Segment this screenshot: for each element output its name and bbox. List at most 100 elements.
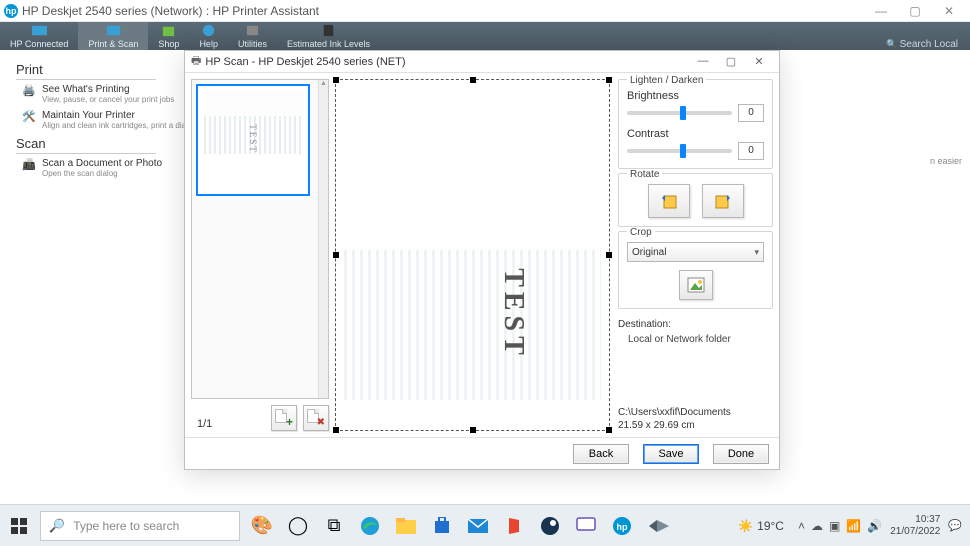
- sun-icon: ☀️: [738, 519, 753, 533]
- scan-preview[interactable]: TEST: [335, 79, 610, 431]
- wifi-icon[interactable]: 📶: [846, 519, 861, 533]
- thumbnail-panel: TEST ▲ 1/1: [191, 79, 329, 431]
- destination-block: Destination: Local or Network folder: [618, 319, 773, 345]
- chevron-up-icon[interactable]: ˄: [798, 519, 805, 533]
- hp-logo-icon: hp: [4, 4, 18, 18]
- crop-handle[interactable]: [606, 77, 612, 83]
- meet-now-icon[interactable]: ▣: [829, 519, 840, 533]
- app-icon[interactable]: [646, 514, 670, 538]
- mail-icon[interactable]: [466, 514, 490, 538]
- ribbon-ink-levels[interactable]: Estimated Ink Levels: [277, 22, 380, 50]
- done-button[interactable]: Done: [713, 444, 769, 464]
- shop-icon: [161, 23, 176, 38]
- notifications-icon[interactable]: 💬: [948, 519, 962, 532]
- steam-icon[interactable]: [538, 514, 562, 538]
- truncated-text: n easier: [930, 156, 962, 166]
- save-path: C:\Users\xxfif\Documents: [618, 407, 773, 418]
- system-tray[interactable]: ˄ ☁ ▣ 📶 🔊: [798, 519, 882, 533]
- delete-page-button[interactable]: [303, 405, 329, 431]
- rotate-right-button[interactable]: [702, 184, 744, 218]
- app-titlebar: hp HP Deskjet 2540 series (Network) : HP…: [0, 0, 970, 22]
- taskbar-app-colorful[interactable]: 🎨: [250, 514, 274, 538]
- edge-icon[interactable]: [358, 514, 382, 538]
- crop-handle[interactable]: [333, 427, 339, 433]
- print-section-header: Print: [16, 62, 156, 80]
- scroll-up-icon[interactable]: ▲: [319, 80, 328, 90]
- contrast-value[interactable]: 0: [738, 142, 764, 160]
- ribbon-label: Shop: [158, 39, 179, 49]
- scan-thumbnail-1[interactable]: TEST: [196, 84, 310, 196]
- search-placeholder: Type here to search: [73, 519, 179, 533]
- crop-handle[interactable]: [470, 427, 476, 433]
- scan-close-button[interactable]: ✕: [745, 55, 773, 68]
- ribbon-label: Print & Scan: [88, 39, 138, 49]
- ribbon-print-scan[interactable]: Print & Scan: [78, 22, 148, 50]
- task-view-icon[interactable]: ⧉: [322, 514, 346, 538]
- search-local-link[interactable]: Search Local: [886, 39, 958, 50]
- taskbar: Type here to search 🎨 ◯ ⧉ hp ☀️ 19°C ˄ ☁…: [0, 504, 970, 546]
- clock-date: 21/07/2022: [890, 526, 940, 538]
- wrench-icon: 🛠️: [22, 110, 38, 122]
- save-button[interactable]: Save: [643, 444, 699, 464]
- start-button[interactable]: [0, 505, 38, 546]
- picture-icon: [687, 277, 705, 293]
- brightness-slider[interactable]: [627, 111, 732, 115]
- minimize-button[interactable]: —: [864, 4, 898, 18]
- new-scan-button[interactable]: [679, 270, 713, 300]
- ribbon-shop[interactable]: Shop: [148, 22, 189, 50]
- svg-text:hp: hp: [617, 522, 628, 532]
- taskbar-clock[interactable]: 10:37 21/07/2022: [890, 514, 940, 538]
- crop-handle[interactable]: [333, 77, 339, 83]
- back-button[interactable]: Back: [573, 444, 629, 464]
- rotate-left-button[interactable]: [648, 184, 690, 218]
- hp-app-icon[interactable]: hp: [610, 514, 634, 538]
- contrast-slider[interactable]: [627, 149, 732, 153]
- crop-group: Crop Original: [618, 231, 773, 309]
- brightness-value[interactable]: 0: [738, 104, 764, 122]
- explorer-icon[interactable]: [394, 514, 418, 538]
- crop-handle[interactable]: [606, 252, 612, 258]
- ribbon-label: Estimated Ink Levels: [287, 39, 370, 49]
- rotate-right-icon: [713, 192, 733, 210]
- taskbar-search[interactable]: Type here to search: [40, 511, 240, 541]
- thumb-scrollbar[interactable]: ▲: [318, 80, 328, 398]
- chat-icon[interactable]: [574, 514, 598, 538]
- maximize-button[interactable]: ▢: [898, 4, 932, 18]
- close-button[interactable]: ✕: [932, 4, 966, 18]
- ribbon-help[interactable]: Help: [189, 22, 228, 50]
- group-label: Rotate: [627, 169, 662, 180]
- ribbon-hp-connected[interactable]: HP Connected: [0, 22, 78, 50]
- crop-handle[interactable]: [606, 427, 612, 433]
- ribbon-toolbar: HP Connected Print & Scan Shop Help Util…: [0, 22, 970, 50]
- ribbon-utilities[interactable]: Utilities: [228, 22, 277, 50]
- entry-title: See What's Printing: [42, 84, 174, 95]
- scan-footer: Back Save Done: [185, 437, 779, 469]
- store-icon[interactable]: [430, 514, 454, 538]
- volume-icon[interactable]: 🔊: [867, 519, 882, 533]
- utilities-icon: [245, 23, 260, 38]
- printer-icon: 🖨️: [22, 84, 38, 96]
- destination-value: Local or Network folder: [628, 334, 773, 345]
- onedrive-icon[interactable]: ☁: [811, 519, 823, 533]
- scan-section-header: Scan: [16, 136, 156, 154]
- help-icon: [201, 23, 216, 38]
- cortana-icon[interactable]: ◯: [286, 514, 310, 538]
- windows-icon: [11, 518, 27, 534]
- crop-handle[interactable]: [470, 77, 476, 83]
- scan-maximize-button[interactable]: ▢: [717, 55, 745, 68]
- crop-size-dropdown[interactable]: Original: [627, 242, 764, 262]
- page-dimensions: 21.59 x 29.69 cm: [618, 420, 773, 431]
- brightness-label: Brightness: [627, 90, 764, 102]
- thumbnail-list: TEST ▲: [191, 79, 329, 399]
- ribbon-label: Utilities: [238, 39, 267, 49]
- page-counter: 1/1: [197, 418, 212, 430]
- entry-desc: View, pause, or cancel your print jobs: [42, 95, 174, 104]
- add-page-button[interactable]: [271, 405, 297, 431]
- contrast-label: Contrast: [627, 128, 764, 140]
- crop-handle[interactable]: [333, 252, 339, 258]
- weather-temp: 19°C: [757, 519, 784, 533]
- weather-widget[interactable]: ☀️ 19°C: [738, 519, 784, 533]
- scan-minimize-button[interactable]: —: [689, 55, 717, 68]
- office-icon[interactable]: [502, 514, 526, 538]
- scan-info: C:\Users\xxfif\Documents 21.59 x 29.69 c…: [618, 405, 773, 431]
